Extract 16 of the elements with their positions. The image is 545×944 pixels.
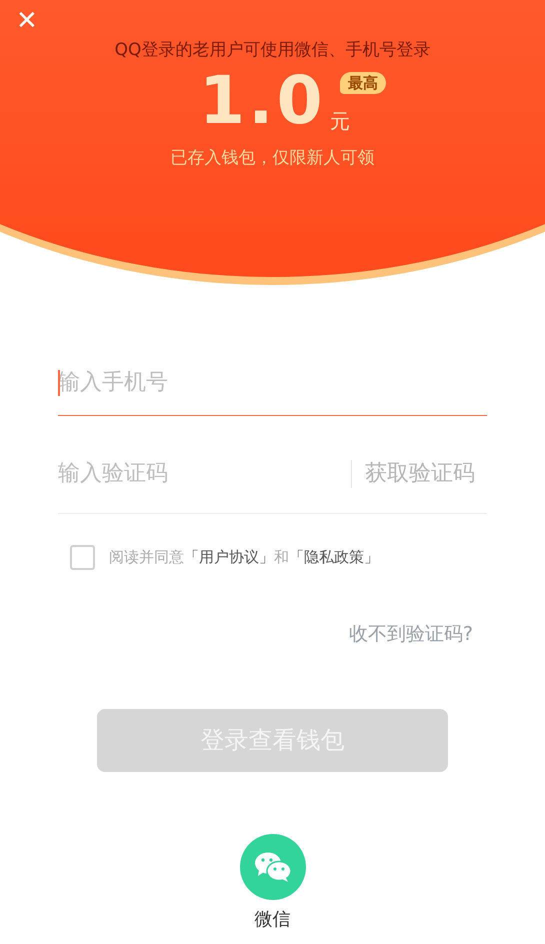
currency-unit: 元 bbox=[330, 108, 350, 134]
help-link[interactable]: 收不到验证码? bbox=[348, 620, 473, 648]
text-cursor bbox=[58, 370, 60, 396]
phone-input-field[interactable]: 输入手机号 bbox=[58, 350, 487, 416]
close-button[interactable]: ✕ bbox=[16, 8, 38, 34]
agreement-checkbox[interactable] bbox=[70, 545, 95, 570]
user-agreement-link[interactable]: 「用户协议」 bbox=[184, 548, 274, 566]
subtitle-text: 已存入钱包，仅限新人可领 bbox=[170, 146, 374, 170]
wechat-label: 微信 bbox=[254, 908, 290, 932]
privacy-policy-link[interactable]: 「隐私政策」 bbox=[289, 548, 379, 566]
chat-bubbles-icon bbox=[252, 850, 292, 884]
agreement-text: 阅读并同意「用户协议」和「隐私政策」 bbox=[109, 547, 379, 568]
code-input-field[interactable]: 输入验证码 bbox=[58, 457, 351, 490]
notice-text: QQ登录的老用户可使用微信、手机号登录 bbox=[114, 39, 430, 62]
get-code-button[interactable]: 获取验证码 bbox=[365, 457, 475, 490]
amount: 1.0 bbox=[199, 68, 326, 134]
